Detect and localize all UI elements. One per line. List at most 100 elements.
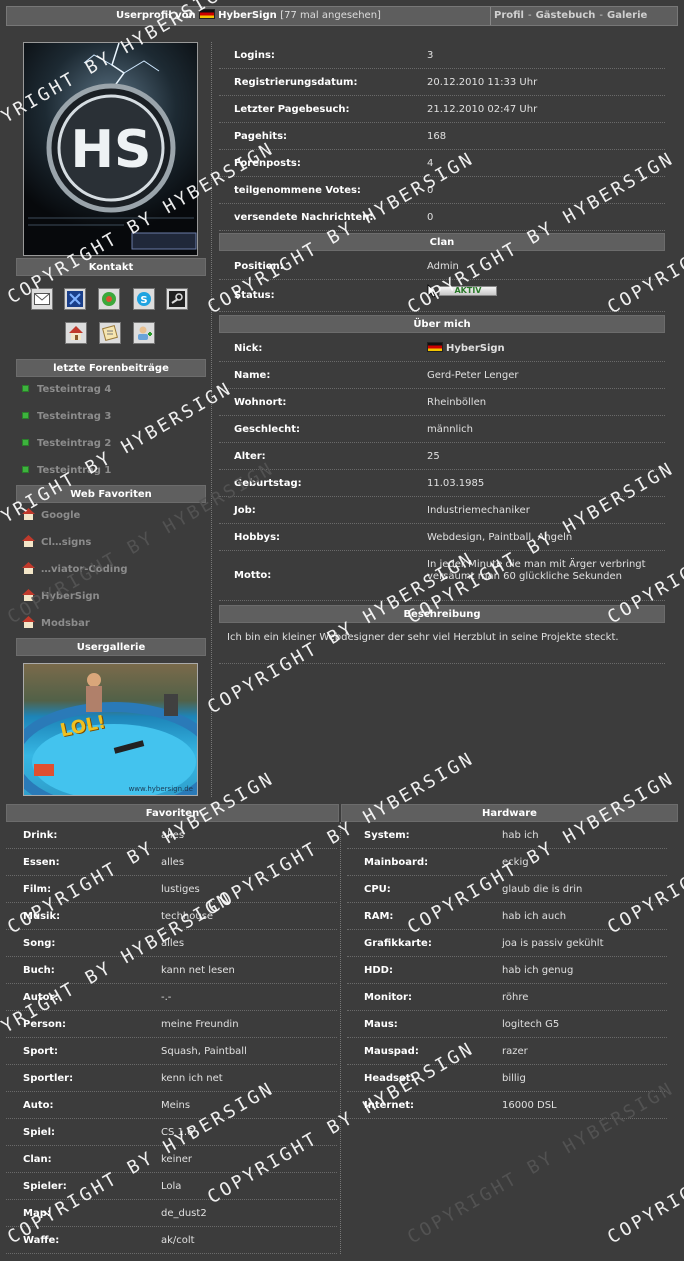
recent-post-item[interactable]: Testeintrag 4 (22, 381, 111, 399)
stat-value: 0 (427, 212, 434, 223)
table-row: HDD: hab ich genug (347, 957, 667, 984)
skype-icon[interactable]: S (133, 288, 155, 310)
about-label: Motto: (234, 570, 272, 581)
row-value: ak/colt (161, 1235, 195, 1246)
clan-position-row: Position: Admin (219, 253, 665, 280)
nav-separator: - (527, 10, 532, 21)
row-label: Autor: (23, 992, 59, 1003)
green-bullet-icon (22, 439, 29, 446)
gallery-thumbnail[interactable]: LOL! www.hybersign.de (23, 663, 198, 796)
row-value: kann net lesen (161, 965, 235, 976)
steam-icon[interactable] (166, 288, 188, 310)
row-value: keiner (161, 1154, 192, 1165)
contact-header: Kontakt (16, 258, 206, 276)
web-favorite-link[interactable]: …viator-Coding (22, 561, 128, 579)
row-label: Essen: (23, 857, 60, 868)
table-row: Clan: keiner (6, 1146, 337, 1173)
stat-label: Registrierungsdatum: (234, 77, 358, 88)
stat-label: Logins: (234, 50, 275, 61)
table-row: Film: lustiges (6, 876, 337, 903)
table-row: Monitor: röhre (347, 984, 667, 1011)
mail-icon[interactable] (31, 288, 53, 310)
web-favorite-label[interactable]: HyberSign (41, 591, 100, 602)
web-favorite-label[interactable]: Cl…signs (41, 537, 91, 548)
row-value: Squash, Paintball (161, 1046, 247, 1057)
recent-post-item[interactable]: Testeintrag 2 (22, 435, 111, 453)
post-title[interactable]: Testeintrag 1 (37, 465, 111, 476)
row-value: alles (161, 938, 185, 949)
guestbook-icon[interactable] (99, 322, 121, 344)
web-favorite-link[interactable]: HyberSign (22, 588, 100, 606)
homepage-icon[interactable] (65, 322, 87, 344)
table-row: Waffe: ak/colt (6, 1227, 337, 1254)
clan-header: Clan (219, 233, 665, 251)
table-row: Headset: billig (347, 1065, 667, 1092)
row-label: Grafikkarte: (364, 938, 432, 949)
stat-label: Position: (234, 261, 284, 272)
recent-post-item[interactable]: Testeintrag 1 (22, 462, 111, 480)
nav-profil-link[interactable]: Profil (494, 10, 524, 21)
row-label: Map: (23, 1208, 51, 1219)
green-bullet-icon (22, 412, 29, 419)
about-nick-value: HyberSign (446, 343, 505, 354)
row-label: Spieler: (23, 1181, 67, 1192)
row-label: RAM: (364, 911, 394, 922)
clan-status-row: Status: AKTIV (219, 280, 665, 312)
table-row: Sportler: kenn ich net (6, 1065, 337, 1092)
home-icon (22, 616, 35, 628)
stat-row: Forenposts: 4 (219, 150, 665, 177)
row-value: glaub die is drin (502, 884, 583, 895)
web-favorite-label[interactable]: Google (41, 510, 80, 521)
post-title[interactable]: Testeintrag 4 (37, 384, 111, 395)
table-row: Musik: techhouse (6, 903, 337, 930)
title-prefix: Userprofil von (116, 10, 196, 21)
web-favorite-label[interactable]: Modsbar (41, 618, 90, 629)
table-row: Spieler: Lola (6, 1173, 337, 1200)
row-label: Person: (23, 1019, 66, 1030)
home-icon (22, 508, 35, 520)
row-value: -.- (161, 992, 172, 1003)
row-value: CS 1.6 (161, 1127, 194, 1138)
cursor-icon (427, 284, 437, 298)
nav-guestbook-link[interactable]: Gästebuch (536, 10, 596, 21)
stat-label: versendete Nachrichten: (234, 212, 374, 223)
web-favorite-link[interactable]: Modsbar (22, 615, 90, 633)
about-value: Rheinböllen (427, 397, 487, 408)
row-label: Film: (23, 884, 52, 895)
row-value: techhouse (161, 911, 214, 922)
row-label: Mauspad: (364, 1046, 419, 1057)
web-favorite-link[interactable]: Google (22, 507, 80, 525)
profile-avatar: HS (23, 42, 198, 256)
post-title[interactable]: Testeintrag 3 (37, 411, 111, 422)
home-icon (22, 535, 35, 547)
row-label: Waffe: (23, 1235, 60, 1246)
table-row: Person: meine Freundin (6, 1011, 337, 1038)
web-favorite-link[interactable]: Cl…signs (22, 534, 91, 552)
about-row: Hobbys: Webdesign, Paintball, Angeln (219, 524, 665, 551)
row-label: Sport: (23, 1046, 58, 1057)
avatar-logo-icon: HS (28, 43, 197, 250)
table-row: Essen: alles (6, 849, 337, 876)
stat-value: 168 (427, 131, 447, 142)
description-divider (219, 663, 665, 664)
favorites-header: Favoriten (6, 804, 339, 822)
about-row: Name: Gerd-Peter Lenger (219, 362, 665, 389)
hardware-header: Hardware (341, 804, 678, 822)
green-bullet-icon (22, 466, 29, 473)
web-favorite-label[interactable]: …viator-Coding (41, 564, 128, 575)
recent-post-item[interactable]: Testeintrag 3 (22, 408, 111, 426)
green-bullet-icon (22, 385, 29, 392)
nav-gallery-link[interactable]: Galerie (607, 10, 647, 21)
msn-icon[interactable] (64, 288, 86, 310)
stat-row: teilgenommene Votes: 0 (219, 177, 665, 204)
table-row: Sport: Squash, Paintball (6, 1038, 337, 1065)
stat-label: Pagehits: (234, 131, 288, 142)
header-username: HyberSign (218, 10, 277, 21)
row-value: Meins (161, 1100, 191, 1111)
icq-icon[interactable] (98, 288, 120, 310)
row-label: Buch: (23, 965, 55, 976)
page-title: Userprofil von HyberSign [77 mal angeseh… (7, 7, 490, 25)
add-friend-icon[interactable] (133, 322, 155, 344)
row-label: HDD: (364, 965, 393, 976)
post-title[interactable]: Testeintrag 2 (37, 438, 111, 449)
